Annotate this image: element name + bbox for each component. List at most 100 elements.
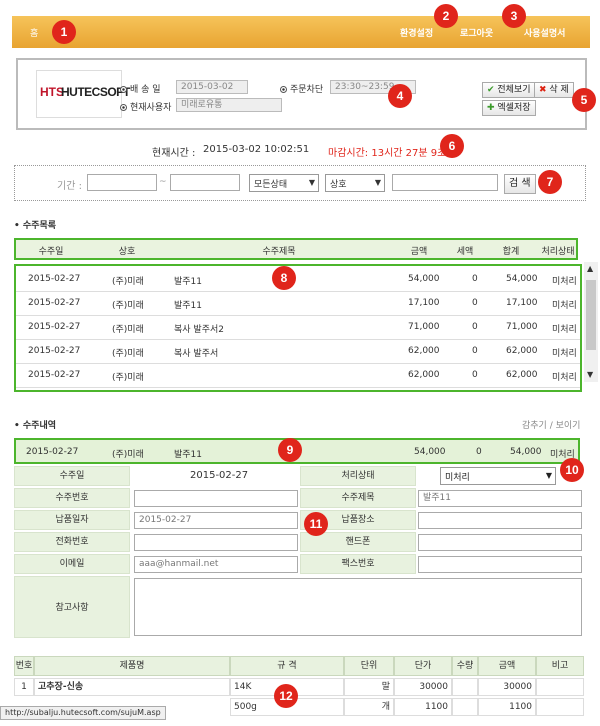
- radio-icon: [280, 86, 287, 93]
- item-amount[interactable]: 1100: [478, 698, 536, 716]
- col-remark: 비고: [536, 656, 584, 676]
- annotation-badge: 10: [560, 458, 584, 482]
- col-unit: 단위: [344, 656, 394, 676]
- item-amount[interactable]: 30000: [478, 678, 536, 696]
- company-select[interactable]: 상호 ▼: [325, 174, 385, 192]
- item-price[interactable]: 1100: [394, 698, 452, 716]
- period-end-input[interactable]: [170, 174, 240, 191]
- note-textarea[interactable]: [134, 578, 582, 636]
- annotation-badge: 7: [538, 170, 562, 194]
- col-qty: 수량: [452, 656, 478, 676]
- item-remark[interactable]: [536, 678, 584, 696]
- due-date-label: 납품일자: [14, 510, 130, 530]
- current-user-label: 현재사용자: [120, 100, 171, 113]
- order-no-input[interactable]: [134, 490, 298, 507]
- col-status: 처리상태: [541, 247, 575, 257]
- detail-section-title: • 수주내역: [14, 421, 57, 431]
- browser-status-url: http://subalju.hutecsoft.com/sujuM.asp: [0, 706, 166, 720]
- annotation-badge: 8: [272, 266, 296, 290]
- col-product: 제품명: [34, 656, 230, 676]
- mobile-input[interactable]: [418, 534, 582, 551]
- orders-list: 2015-02-27 (주)미래 발주11 54,000 0 54,000 미처리 2015…: [14, 264, 582, 392]
- period-start-input[interactable]: [87, 174, 157, 191]
- current-time-label: 현재시간 :: [152, 148, 196, 159]
- period-label: 기간 :: [57, 181, 82, 192]
- deadline-countdown: 마감시간: 13시간 27분 9초: [328, 148, 447, 159]
- col-total: 합계: [502, 247, 520, 257]
- scroll-up-icon[interactable]: ▲: [587, 264, 593, 273]
- order-date-label: 수주일: [14, 466, 130, 486]
- scroll-down-icon[interactable]: ▼: [587, 370, 593, 379]
- excel-save-button[interactable]: ✚ 엑셀저장: [482, 100, 536, 116]
- col-tax: 세액: [456, 247, 474, 257]
- order-title-input[interactable]: 발주11: [418, 490, 582, 507]
- current-time: 2015-03-02 10:02:51: [203, 144, 310, 155]
- radio-icon: [120, 86, 127, 93]
- period-tilde: ~: [159, 177, 167, 187]
- logout-link[interactable]: 로그아웃: [460, 26, 493, 39]
- item-price[interactable]: 30000: [394, 678, 452, 696]
- item-unit[interactable]: 개: [344, 698, 394, 716]
- col-order-title: 수주제목: [262, 247, 296, 257]
- annotation-badge: 6: [440, 134, 464, 158]
- keyword-input[interactable]: [392, 174, 498, 191]
- email-input[interactable]: aaa@hanmail.net: [134, 556, 298, 573]
- col-line-amount: 금액: [478, 656, 536, 676]
- table-row[interactable]: 2015-02-27 (주)미래 복사 발주서 62,000 0 62,000 미처리: [16, 340, 580, 364]
- chevron-down-icon: ▼: [545, 471, 552, 480]
- table-row[interactable]: 2015-02-27 (주)미래 발주11 54,000 0 54,000 미처리: [16, 268, 580, 292]
- home-link[interactable]: 홈: [30, 26, 38, 39]
- search-bar: 기간 : ~ 모든상태 ▼ 상호 ▼ 검 색: [14, 165, 586, 201]
- current-user-field[interactable]: 미래로유통: [176, 98, 282, 112]
- col-company: 상호: [118, 247, 136, 257]
- col-spec: 규 격: [230, 656, 344, 676]
- settings-link[interactable]: 환경설정: [400, 26, 433, 39]
- fax-label: 팩스번호: [300, 554, 416, 574]
- fax-input[interactable]: [418, 556, 582, 573]
- check-icon: ✔: [487, 85, 498, 95]
- item-no: 1: [14, 678, 34, 696]
- col-amount: 금액: [410, 247, 428, 257]
- annotation-badge: 3: [502, 4, 526, 28]
- scroll-thumb[interactable]: [586, 280, 596, 350]
- plus-icon: ✚: [487, 103, 498, 113]
- chevron-down-icon: ▼: [308, 178, 315, 187]
- phone-label: 전화번호: [14, 532, 130, 552]
- radio-icon: [120, 104, 127, 111]
- toggle-visibility-link[interactable]: 감추기 / 보이기: [522, 418, 580, 431]
- detail-status-select[interactable]: 미처리 ▼: [440, 467, 556, 485]
- chevron-down-icon: ▼: [374, 178, 381, 187]
- annotation-badge: 4: [388, 84, 412, 108]
- orders-table-header: 수주일 상호 수주제목 금액 세액 합계 처리상태: [14, 238, 578, 260]
- delete-button[interactable]: ✖ 삭 제: [534, 82, 574, 98]
- item-qty[interactable]: [452, 698, 478, 716]
- col-price: 단가: [394, 656, 452, 676]
- order-no-label: 수주번호: [14, 488, 130, 508]
- delivery-date-label: 배 송 일: [120, 82, 161, 95]
- annotation-badge: 5: [572, 88, 596, 112]
- item-unit[interactable]: 말: [344, 678, 394, 696]
- col-no: 번호: [14, 656, 34, 676]
- company-logo: HTS HUTECSOFT: [36, 70, 130, 118]
- view-all-button[interactable]: ✔ 전체보기: [482, 82, 536, 98]
- item-qty[interactable]: [452, 678, 478, 696]
- table-row[interactable]: 2015-02-27 (주)미래 발주11 17,100 0 17,100 미처리: [16, 292, 580, 316]
- delivery-place-input[interactable]: [418, 512, 582, 529]
- phone-input[interactable]: [134, 534, 298, 551]
- status-select[interactable]: 모든상태 ▼: [249, 174, 319, 192]
- annotation-badge: 11: [304, 512, 328, 536]
- item-remark[interactable]: [536, 698, 584, 716]
- manual-link[interactable]: 사용설명서: [524, 26, 565, 39]
- search-button[interactable]: 검 색: [504, 174, 536, 194]
- item-product[interactable]: 고추장-신송: [34, 678, 230, 696]
- annotation-badge: 1: [52, 20, 76, 44]
- email-label: 이메일: [14, 554, 130, 574]
- order-title-label: 수주제목: [300, 488, 416, 508]
- delivery-date-field[interactable]: 2015-03-02: [176, 80, 248, 94]
- table-row[interactable]: 2015-02-27 (주)미래 62,000 0 62,000 미처리: [16, 364, 580, 388]
- due-date-input[interactable]: 2015-02-27: [134, 512, 298, 529]
- status-label: 처리상태: [300, 466, 416, 486]
- table-row[interactable]: 2015-02-27 (주)미래 복사 발주서2 71,000 0 71,000 미처리: [16, 316, 580, 340]
- note-label: 참고사항: [14, 576, 130, 638]
- orders-scrollbar[interactable]: ▲ ▼: [584, 262, 598, 382]
